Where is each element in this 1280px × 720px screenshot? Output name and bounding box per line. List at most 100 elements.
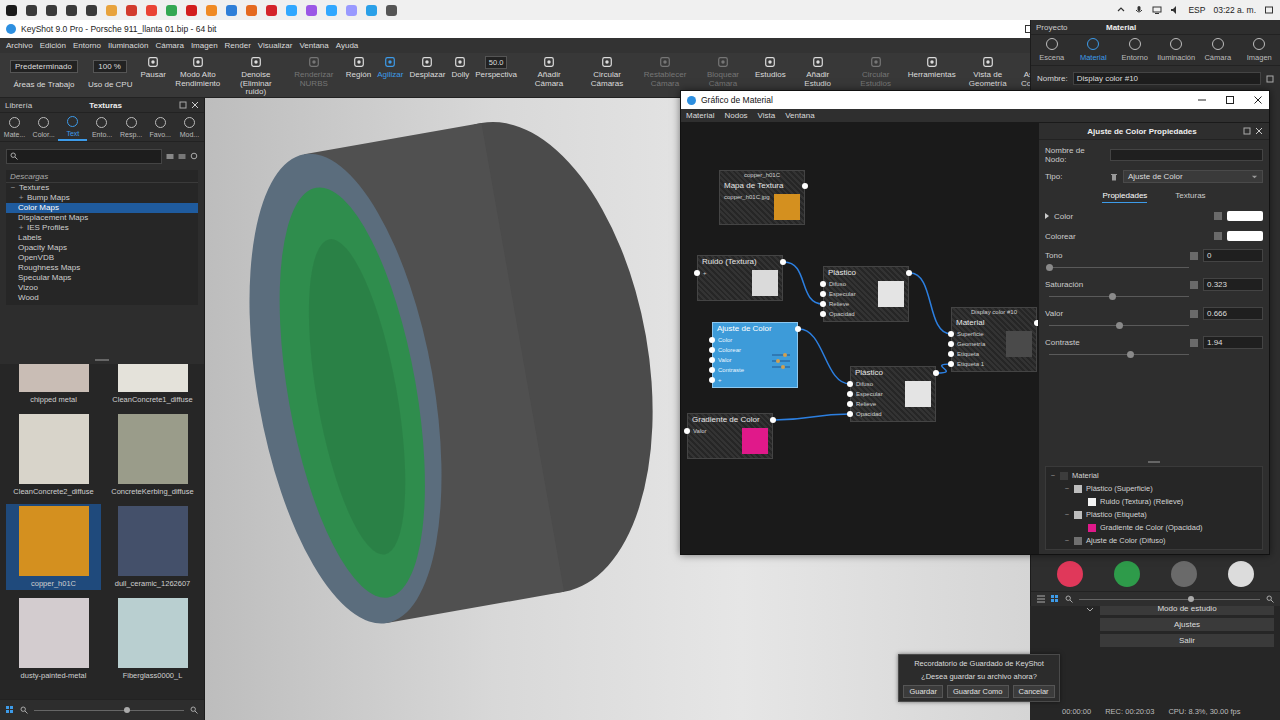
undock-icon[interactable] [1243, 127, 1251, 135]
input-port[interactable]: + [698, 268, 752, 278]
taskbar-app-icon[interactable] [186, 5, 197, 16]
taskbar-app-icon[interactable] [326, 5, 337, 16]
param-value-field[interactable]: 1.94 [1203, 336, 1263, 349]
param-value-field[interactable]: 0.666 [1203, 307, 1263, 320]
input-port[interactable]: Colorear [713, 345, 769, 355]
param-slider[interactable] [1049, 325, 1189, 326]
side-button[interactable]: Ajustes [1100, 618, 1274, 631]
tree-item[interactable]: −Textures [6, 183, 198, 193]
menu-item[interactable]: Iluminación [108, 41, 148, 50]
param-slider[interactable] [1049, 354, 1189, 355]
node-canvas[interactable]: copper_h01CMapa de Texturacopper_h01C.jp… [681, 123, 1038, 554]
output-port[interactable] [906, 270, 912, 276]
close-icon[interactable] [191, 101, 199, 109]
texture-thumbnail[interactable]: ConcreteKerbing_diffuse [105, 412, 200, 498]
input-port[interactable]: Difuso [824, 279, 878, 289]
taskbar-app-icon[interactable] [386, 5, 397, 16]
taskbar-app-icon[interactable] [126, 5, 137, 16]
texture-thumbnail[interactable]: dull_ceramic_1262607 [105, 504, 200, 590]
tree-item[interactable]: +IES Profiles [6, 223, 198, 233]
material-ball[interactable] [1057, 561, 1083, 587]
param-slider[interactable] [1049, 296, 1189, 297]
taskbar-app-icon[interactable] [286, 5, 297, 16]
graph-node[interactable]: Ajuste de ColorColorColorearValorContras… [712, 322, 798, 388]
menu-item[interactable]: Ventana [299, 41, 328, 50]
project-tab[interactable]: Cámara [1197, 35, 1239, 65]
taskbar-app-icon[interactable] [106, 5, 117, 16]
node-connection[interactable] [910, 273, 951, 334]
volume-icon[interactable] [1170, 5, 1180, 15]
maximize-icon[interactable] [1225, 95, 1235, 105]
network-icon[interactable] [1152, 5, 1162, 15]
output-port[interactable] [933, 370, 939, 376]
toolbar-button[interactable]: Desplazar [407, 56, 447, 80]
graph-node[interactable]: Display color #10MaterialSuperficieGeome… [951, 307, 1037, 372]
toolbar-button[interactable]: Restablecer Cámara [637, 56, 693, 88]
dialog-button[interactable]: Guardar Como [947, 685, 1009, 698]
material-tree-item[interactable]: −Material [1046, 469, 1262, 482]
tree-item[interactable]: Vizoo [6, 283, 198, 293]
zoom-out-icon[interactable] [20, 706, 28, 714]
toolbar-button[interactable]: Circular Estudios [848, 56, 904, 88]
tree-toggle[interactable]: + [18, 223, 24, 233]
toolbar-button[interactable]: Región [344, 56, 373, 80]
node-type-select[interactable]: Ajuste de Color [1123, 170, 1263, 183]
menu-item[interactable]: Vista [758, 111, 776, 120]
taskbar-app-icon[interactable] [206, 5, 217, 16]
taskbar-app-icon[interactable] [266, 5, 277, 16]
node-connection[interactable] [784, 262, 823, 304]
tree-item[interactable]: Opacity Maps [6, 243, 198, 253]
category-tab[interactable]: Ento... [87, 113, 116, 141]
zoom-in-icon[interactable] [190, 706, 198, 714]
toolbar-button[interactable]: Circular Cámaras [579, 56, 635, 88]
side-button[interactable]: Salir [1100, 634, 1274, 647]
tree-item[interactable]: Labels [6, 233, 198, 243]
material-tree-item[interactable]: −Plástico (Superficie) [1046, 482, 1262, 495]
project-tab[interactable]: Imagen [1239, 35, 1280, 65]
project-tab[interactable]: Material [1073, 35, 1115, 65]
material-name-field[interactable]: Display color #10 [1073, 72, 1261, 85]
node-connection[interactable] [774, 414, 850, 420]
node-name-field[interactable] [1110, 149, 1263, 161]
toolbar-button[interactable]: Renderizar NURBS [286, 56, 342, 88]
trash-icon[interactable] [1110, 173, 1118, 181]
output-port[interactable] [770, 417, 776, 423]
material-tree-item[interactable]: −Plástico (Etiqueta) [1046, 508, 1262, 521]
minimize-icon[interactable] [1197, 95, 1207, 105]
output-port[interactable] [795, 326, 801, 332]
close-icon[interactable] [1253, 95, 1263, 105]
toolbar-button[interactable]: Dolly [449, 56, 471, 80]
menu-item[interactable]: Ventana [785, 111, 814, 120]
input-port[interactable]: Relieve [824, 299, 878, 309]
input-port[interactable]: Difuso [851, 379, 905, 389]
input-port[interactable]: Relieve [851, 399, 905, 409]
texture-link-icon[interactable] [1190, 310, 1198, 318]
clock[interactable]: 03:22 a. m. [1213, 5, 1256, 15]
param-value-field[interactable]: 0.323 [1203, 278, 1263, 291]
toolbar-button[interactable]: Vista de Geometría [960, 56, 1016, 88]
notifications-icon[interactable] [1264, 5, 1274, 15]
output-port[interactable] [802, 183, 808, 189]
menu-item[interactable]: Archivo [6, 41, 33, 50]
splitter[interactable] [1148, 461, 1160, 463]
input-port[interactable]: Valor [713, 355, 769, 365]
texture-link-icon[interactable] [1214, 232, 1222, 240]
toolbar-button[interactable]: Herramientas [906, 56, 958, 80]
toolbar-button[interactable]: Modo Alto Rendimiento [170, 56, 226, 88]
grid-view-icon[interactable] [6, 706, 14, 714]
menu-item[interactable]: Ayuda [336, 41, 359, 50]
folder-add-icon[interactable] [178, 152, 186, 160]
close-icon[interactable] [1255, 127, 1263, 135]
workspace-select[interactable]: Predeterminado [10, 60, 78, 73]
texture-link-icon[interactable] [1214, 212, 1222, 220]
cpu-field[interactable]: 100 % [93, 60, 127, 73]
input-port[interactable]: Etiqueta [952, 349, 1006, 359]
toolbar-button[interactable]: Agilizar [375, 56, 405, 80]
properties-tab[interactable]: Texturas [1175, 191, 1205, 203]
taskbar-app-icon[interactable] [366, 5, 377, 16]
param-value-field[interactable]: 0 [1203, 249, 1263, 262]
refresh-icon[interactable] [190, 152, 198, 160]
taskbar-app-icon[interactable] [166, 5, 177, 16]
taskbar-app-icon[interactable] [246, 5, 257, 16]
menu-item[interactable]: Nodos [724, 111, 747, 120]
